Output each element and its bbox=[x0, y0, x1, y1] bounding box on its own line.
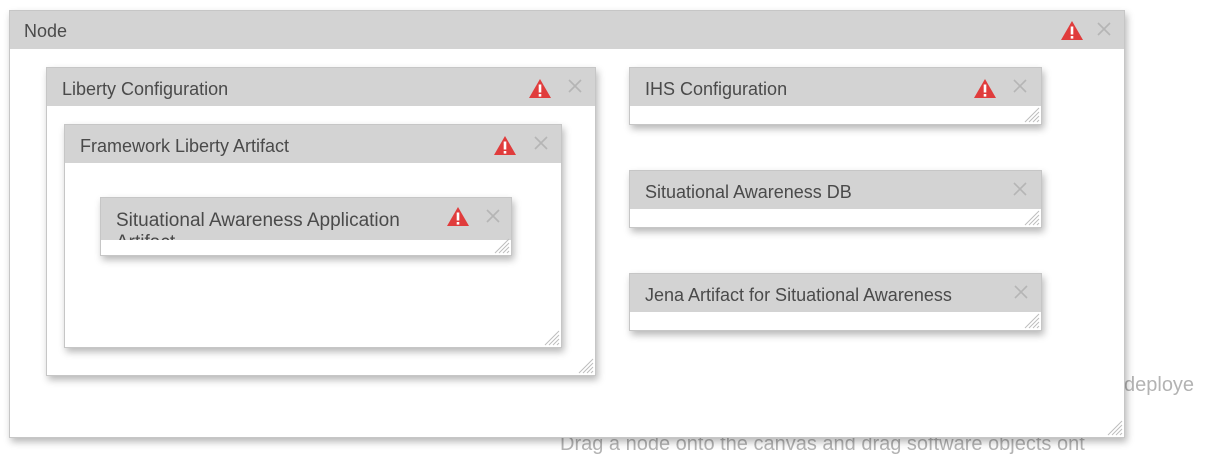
hint-text-deploy: deploye bbox=[1124, 374, 1195, 396]
resize-grip-icon[interactable] bbox=[544, 330, 560, 346]
node-box[interactable]: Node Liberty Configuration Framework Lib… bbox=[9, 10, 1125, 438]
situational-awareness-application-artifact-box[interactable]: Situational Awareness Application Artifa… bbox=[100, 197, 512, 256]
close-icon[interactable] bbox=[1096, 21, 1112, 37]
node-header[interactable]: Node bbox=[10, 11, 1124, 49]
close-icon[interactable] bbox=[533, 135, 549, 151]
close-icon[interactable] bbox=[1012, 78, 1028, 94]
ihs-configuration-box[interactable]: IHS Configuration bbox=[629, 67, 1042, 125]
situational-awareness-db-title: Situational Awareness DB bbox=[645, 182, 852, 202]
warning-icon bbox=[974, 79, 996, 98]
situational-awareness-db-box[interactable]: Situational Awareness DB bbox=[629, 170, 1042, 228]
warning-icon bbox=[447, 207, 469, 226]
resize-grip-icon[interactable] bbox=[1024, 210, 1040, 226]
ihs-configuration-header[interactable]: IHS Configuration bbox=[630, 68, 1041, 106]
close-icon[interactable] bbox=[1012, 181, 1028, 197]
situational-awareness-db-header[interactable]: Situational Awareness DB bbox=[630, 171, 1041, 209]
framework-liberty-artifact-box[interactable]: Framework Liberty Artifact Situational A… bbox=[64, 124, 562, 348]
close-icon[interactable] bbox=[567, 78, 583, 94]
jena-artifact-header[interactable]: Jena Artifact for Situational Awareness bbox=[630, 274, 1041, 312]
resize-grip-icon[interactable] bbox=[494, 238, 510, 254]
warning-icon bbox=[1061, 21, 1083, 40]
situational-awareness-application-artifact-header[interactable]: Situational Awareness Application Artifa… bbox=[101, 198, 511, 240]
resize-grip-icon[interactable] bbox=[578, 358, 594, 374]
framework-liberty-artifact-header[interactable]: Framework Liberty Artifact bbox=[65, 125, 561, 163]
jena-artifact-title: Jena Artifact for Situational Awareness bbox=[645, 285, 952, 305]
ihs-configuration-title: IHS Configuration bbox=[645, 79, 788, 99]
liberty-configuration-title: Liberty Configuration bbox=[62, 79, 229, 99]
resize-grip-icon[interactable] bbox=[1107, 420, 1123, 436]
close-icon[interactable] bbox=[485, 208, 501, 224]
liberty-configuration-header[interactable]: Liberty Configuration bbox=[47, 68, 595, 106]
warning-icon bbox=[529, 79, 551, 98]
framework-liberty-artifact-title: Framework Liberty Artifact bbox=[80, 136, 290, 156]
resize-grip-icon[interactable] bbox=[1024, 313, 1040, 329]
resize-grip-icon[interactable] bbox=[1024, 107, 1040, 123]
warning-icon bbox=[494, 136, 516, 155]
jena-artifact-box[interactable]: Jena Artifact for Situational Awareness bbox=[629, 273, 1042, 331]
node-title: Node bbox=[24, 21, 68, 41]
liberty-configuration-box[interactable]: Liberty Configuration Framework Liberty … bbox=[46, 67, 596, 376]
situational-awareness-application-artifact-title: Situational Awareness Application Artifa… bbox=[116, 210, 400, 240]
close-icon[interactable] bbox=[1013, 284, 1029, 300]
